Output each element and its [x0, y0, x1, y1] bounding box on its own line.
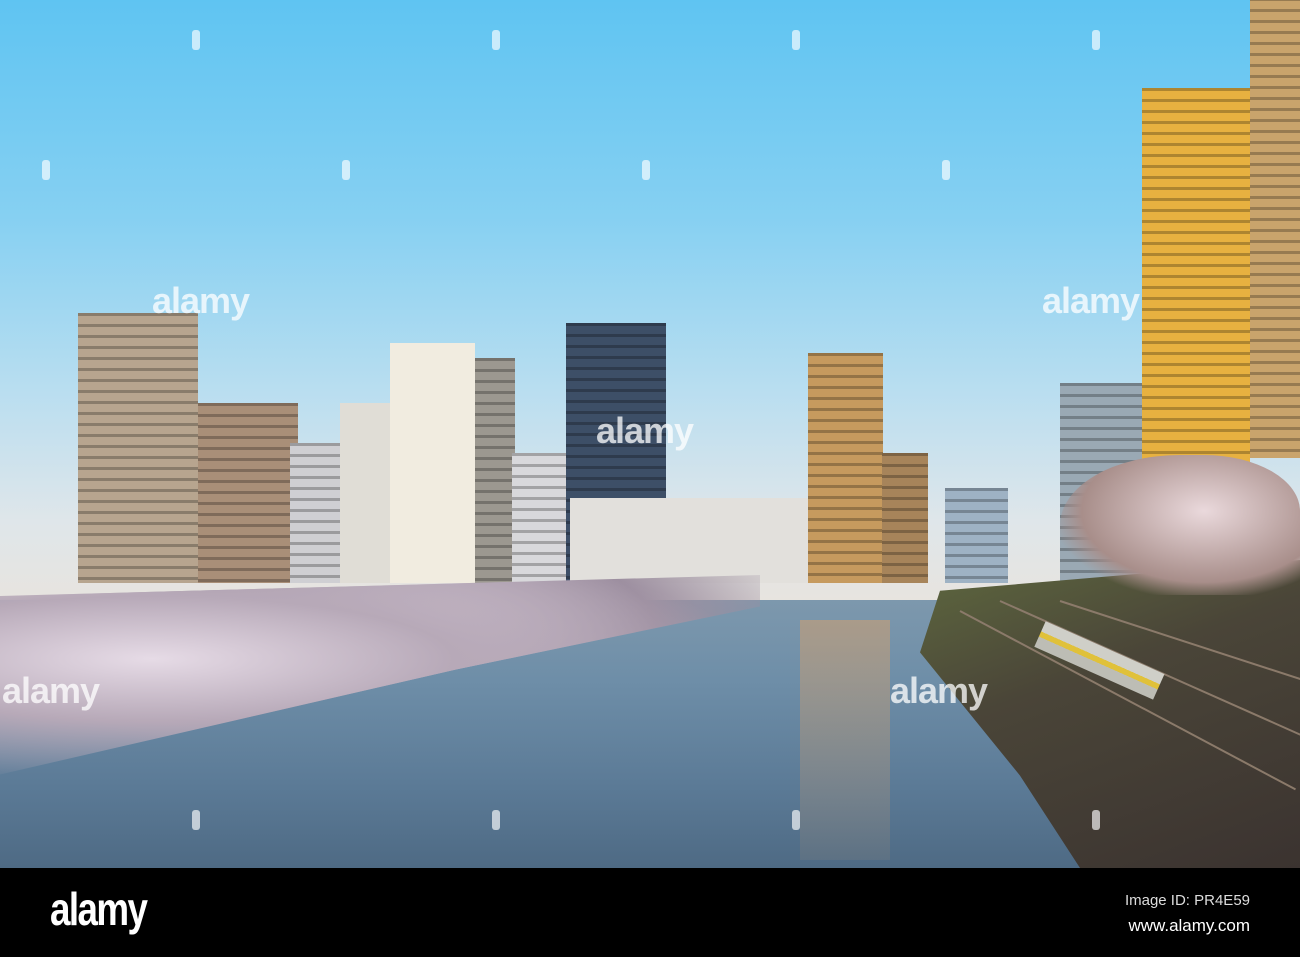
watermark-dot — [942, 160, 950, 180]
watermark-dot — [192, 810, 200, 830]
watermark: alamy — [152, 280, 250, 321]
alamy-logo: alamy — [50, 883, 148, 935]
site-url: www.alamy.com — [1128, 916, 1250, 935]
building — [390, 343, 475, 583]
watermark-dot — [642, 160, 650, 180]
building — [808, 353, 883, 583]
watermark: alamy — [2, 670, 100, 711]
watermark-dot — [342, 160, 350, 180]
building — [1142, 88, 1250, 478]
building — [512, 453, 567, 583]
watermark: alamy — [596, 410, 694, 451]
building — [198, 403, 298, 583]
watermark-dot — [492, 810, 500, 830]
building — [1250, 0, 1300, 458]
watermark-dot — [192, 30, 200, 50]
watermark-dot — [792, 30, 800, 50]
watermark-dot — [1092, 810, 1100, 830]
image-id: Image ID: PR4E59 — [1124, 892, 1250, 909]
building — [570, 498, 810, 583]
watermark: alamy — [1042, 280, 1140, 321]
watermark-dot — [492, 30, 500, 50]
photo-tokyo-river-skyline: alamy alamy alamy alamy alamy — [0, 0, 1300, 868]
watermark-dot — [42, 160, 50, 180]
footer-bar: alamy Image ID: PR4E59 www.alamy.com — [0, 868, 1300, 957]
building — [78, 313, 198, 583]
watermark: alamy — [890, 670, 988, 711]
building — [882, 453, 928, 583]
building — [475, 358, 515, 583]
building-reflection — [800, 620, 890, 860]
cherry-blossom-trees — [1060, 455, 1300, 595]
building — [945, 488, 1008, 583]
watermark-dot — [1092, 30, 1100, 50]
watermark-dot — [792, 810, 800, 830]
